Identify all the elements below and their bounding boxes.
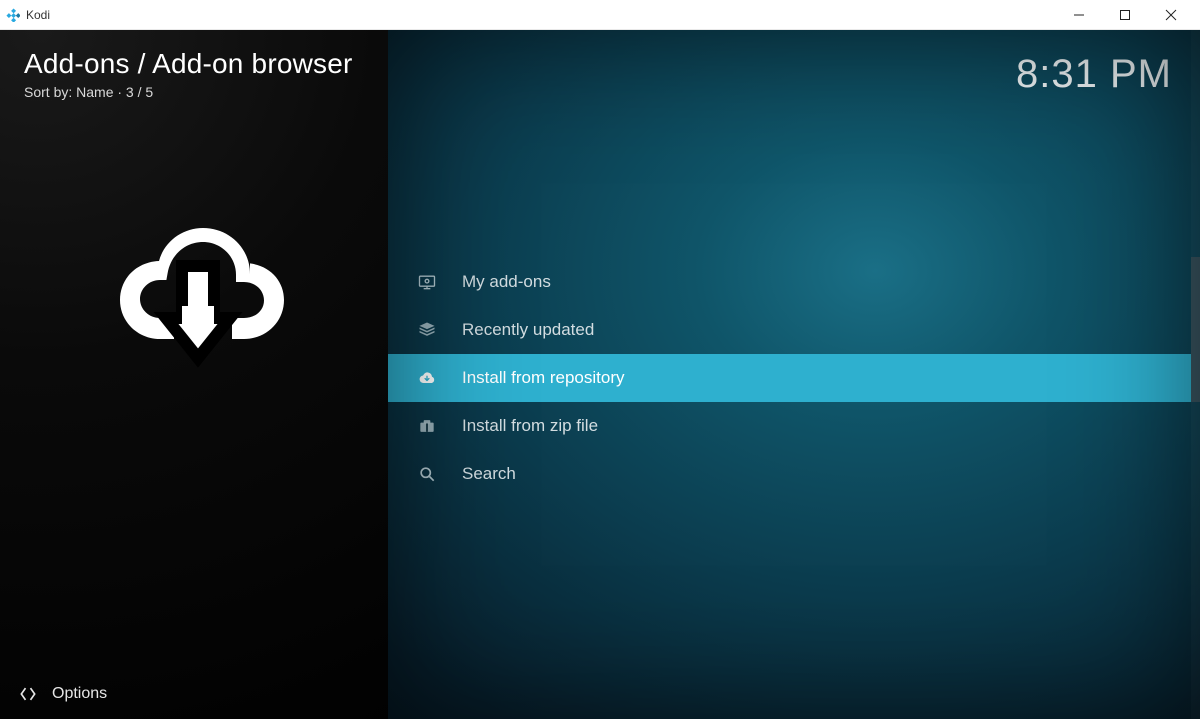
main-scrollbar[interactable]	[1191, 30, 1200, 719]
menu-item-label: Search	[462, 464, 516, 484]
addon-menu: My add-ons Recently updated	[388, 258, 1200, 498]
menu-item-label: Install from zip file	[462, 416, 598, 436]
titlebar: Kodi	[0, 0, 1200, 30]
sidebar-footer[interactable]: Options	[0, 669, 388, 719]
monitor-addons-icon	[416, 272, 438, 292]
minimize-icon	[1073, 9, 1085, 21]
app-window: Kodi Add-ons / Add-on browser Sort by: N…	[0, 0, 1200, 719]
box-open-icon	[416, 320, 438, 340]
search-icon	[416, 464, 438, 484]
menu-item-recently-updated[interactable]: Recently updated	[388, 306, 1200, 354]
app-identity: Kodi	[6, 8, 50, 22]
maximize-icon	[1119, 9, 1131, 21]
sidebar: Add-ons / Add-on browser Sort by: Name ·…	[0, 30, 388, 719]
options-label: Options	[52, 685, 107, 703]
close-button[interactable]	[1148, 0, 1194, 30]
main-panel: 8:31 PM My add-ons	[388, 30, 1200, 719]
content-area: Add-ons / Add-on browser Sort by: Name ·…	[0, 30, 1200, 719]
cloud-download-hero-icon	[94, 190, 294, 390]
close-icon	[1165, 9, 1177, 21]
kodi-logo-icon	[6, 8, 20, 22]
menu-item-install-from-zip[interactable]: Install from zip file	[388, 402, 1200, 450]
menu-item-label: Install from repository	[462, 368, 625, 388]
menu-item-search[interactable]: Search	[388, 450, 1200, 498]
maximize-button[interactable]	[1102, 0, 1148, 30]
clock: 8:31 PM	[1016, 52, 1172, 97]
minimize-button[interactable]	[1056, 0, 1102, 30]
menu-item-label: Recently updated	[462, 320, 594, 340]
window-controls	[1056, 0, 1194, 30]
sort-and-position: Sort by: Name · 3 / 5	[24, 84, 364, 100]
menu-item-my-addons[interactable]: My add-ons	[388, 258, 1200, 306]
scrollbar-thumb[interactable]	[1191, 257, 1200, 402]
cloud-download-icon	[416, 368, 438, 388]
app-title: Kodi	[26, 8, 50, 22]
options-icon	[18, 684, 38, 704]
breadcrumb-block: Add-ons / Add-on browser Sort by: Name ·…	[0, 30, 388, 100]
sidebar-hero-icon-wrap	[0, 100, 388, 669]
menu-item-install-from-repository[interactable]: Install from repository	[388, 354, 1200, 402]
zip-file-icon	[416, 416, 438, 436]
breadcrumb: Add-ons / Add-on browser	[24, 48, 364, 80]
menu-item-label: My add-ons	[462, 272, 551, 292]
